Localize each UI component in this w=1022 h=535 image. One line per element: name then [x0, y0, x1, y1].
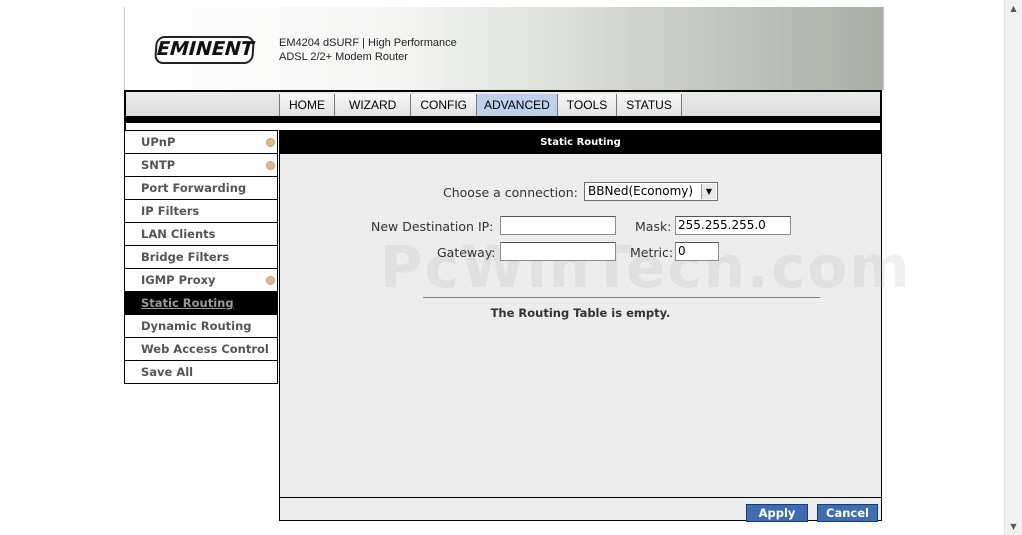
connection-select-value: BBNed(Economy) — [588, 184, 694, 198]
sidebar-item-sntp[interactable]: SNTP — [124, 154, 278, 177]
cancel-button[interactable]: Cancel — [817, 504, 878, 522]
scroll-down-arrow-icon[interactable]: ▼ — [1005, 518, 1022, 535]
sidebar-item-web-access-control[interactable]: Web Access Control — [124, 338, 278, 361]
tab-status[interactable]: STATUS — [616, 94, 682, 116]
orange-dot-icon — [266, 276, 275, 285]
routing-table-empty-message: The Routing Table is empty. — [490, 306, 671, 320]
sidebar-item-bridge-filters[interactable]: Bridge Filters — [124, 246, 278, 269]
scroll-up-arrow-icon[interactable]: ▲ — [1005, 0, 1022, 17]
model-line-2: ADSL 2/2+ Modem Router — [279, 51, 408, 63]
connection-select[interactable]: BBNed(Economy) ▼ — [584, 182, 718, 201]
model-info: EM4204 dSURF | High Performance ADSL 2/2… — [279, 36, 457, 64]
sidebar-item-label: SNTP — [141, 158, 176, 172]
sidebar-item-label: UPnP — [141, 135, 176, 149]
main-nav: HOME WIZARD CONFIG ADVANCED TOOLS STATUS — [124, 90, 882, 117]
sidebar-item-ip-filters[interactable]: IP Filters — [124, 200, 278, 223]
gateway-label: Gateway: — [437, 245, 496, 260]
footer-divider — [280, 497, 881, 498]
model-line-1: EM4204 dSURF | High Performance — [279, 37, 457, 49]
header-banner: EMINENT EM4204 dSURF | High Performance … — [124, 7, 884, 90]
sidebar-item-label: Web Access Control — [141, 342, 269, 356]
sidebar-item-label: LAN Clients — [141, 227, 216, 241]
apply-button[interactable]: Apply — [746, 504, 808, 522]
sidebar-item-label: Static Routing — [141, 296, 234, 310]
gateway-input[interactable] — [500, 242, 616, 261]
tab-wizard[interactable]: WIZARD — [334, 94, 411, 116]
tab-home[interactable]: HOME — [279, 94, 334, 116]
sidebar-item-static-routing[interactable]: Static Routing — [124, 292, 278, 315]
sidebar-item-port-forwarding[interactable]: Port Forwarding — [124, 177, 278, 200]
tab-config[interactable]: CONFIG — [410, 94, 476, 116]
page-title: Static Routing — [280, 131, 881, 154]
mask-label: Mask: — [635, 219, 672, 234]
sidebar-item-label: Save All — [141, 365, 194, 379]
sidebar-item-dynamic-routing[interactable]: Dynamic Routing — [124, 315, 278, 338]
orange-dot-icon — [266, 138, 275, 147]
sidebar-item-label: IGMP Proxy — [141, 273, 216, 287]
nav-tabs: HOME WIZARD CONFIG ADVANCED TOOLS STATUS — [279, 94, 682, 118]
routing-table-divider — [423, 297, 820, 298]
sidebar-item-igmp-proxy[interactable]: IGMP Proxy — [124, 269, 278, 292]
orange-dot-icon — [266, 161, 275, 170]
main-content: Static Routing PcWinTech.com Choose a co… — [279, 130, 910, 522]
chevron-down-icon[interactable]: ▼ — [701, 184, 716, 199]
watermark: PcWinTech.com — [380, 233, 912, 301]
sidebar: UPnP SNTP Port Forwarding IP Filters LAN… — [124, 130, 278, 384]
sidebar-item-save-all[interactable]: Save All — [124, 361, 278, 384]
tab-tools[interactable]: TOOLS — [556, 94, 617, 116]
dest-ip-label: New Destination IP: — [371, 219, 494, 234]
eminent-logo: EMINENT — [154, 36, 255, 64]
sidebar-item-label: Bridge Filters — [141, 250, 230, 264]
nav-spacer — [124, 123, 882, 130]
metric-input[interactable]: 0 — [675, 242, 719, 261]
sidebar-item-label: IP Filters — [141, 204, 200, 218]
router-frame: EMINENT EM4204 dSURF | High Performance … — [124, 7, 910, 522]
sidebar-item-lan-clients[interactable]: LAN Clients — [124, 223, 278, 246]
tab-advanced[interactable]: ADVANCED — [476, 94, 557, 116]
sidebar-item-label: Dynamic Routing — [141, 319, 252, 333]
dest-ip-input[interactable] — [500, 216, 616, 235]
nav-divider — [124, 116, 882, 123]
metric-label: Metric: — [630, 245, 674, 260]
sidebar-item-label: Port Forwarding — [141, 181, 247, 195]
connection-label: Choose a connection: — [443, 185, 578, 200]
sidebar-item-upnp[interactable]: UPnP — [124, 130, 278, 154]
mask-input[interactable]: 255.255.255.0 — [675, 216, 791, 235]
vertical-scrollbar[interactable]: ▲ ▼ — [1004, 0, 1022, 535]
